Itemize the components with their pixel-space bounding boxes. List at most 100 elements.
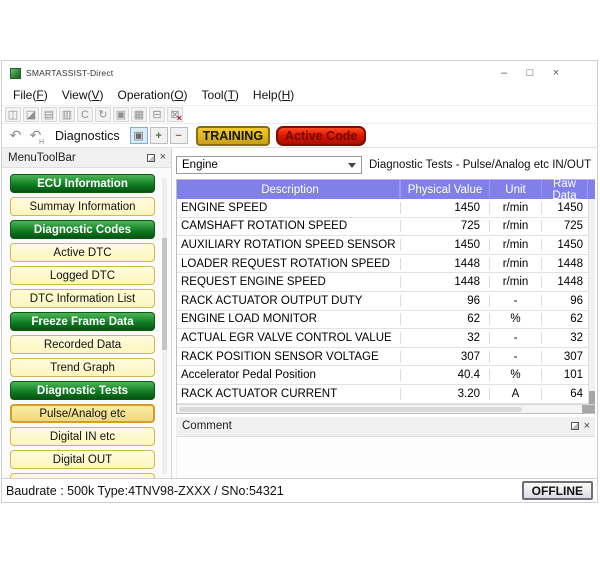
cell-desc: REQUEST ENGINE SPEED — [177, 276, 400, 288]
horizontal-scrollbar[interactable] — [177, 404, 595, 413]
cell-unit: r/min — [490, 276, 542, 288]
column-header-description: Description — [177, 180, 400, 199]
new-window-icon[interactable]: ◪ — [23, 107, 39, 122]
cell-raw: 725 — [542, 220, 588, 232]
close-icon[interactable]: × — [160, 152, 166, 163]
menu-item-help[interactable]: Help(H) — [246, 88, 301, 102]
dock-pin-icon[interactable] — [571, 422, 579, 430]
column-header-physical-value: Physical Value — [400, 180, 490, 199]
app-icon — [10, 68, 21, 79]
menu-item-view[interactable]: View(V) — [55, 88, 111, 102]
cell-unit: % — [490, 313, 542, 325]
cell-unit: - — [490, 295, 542, 307]
cell-unit: r/min — [490, 202, 542, 214]
nav-window-buttons: ▣+− — [130, 127, 188, 144]
cell-raw: 1448 — [542, 276, 588, 288]
cell-phys: 1450 — [400, 239, 490, 251]
sidebar-scrollbar[interactable] — [162, 178, 167, 474]
cell-desc: RACK ACTUATOR CURRENT — [177, 388, 400, 400]
sidebar-item-partial[interactable] — [10, 473, 155, 478]
sidebar-item-digital-out[interactable]: Digital OUT — [10, 450, 155, 469]
dock-pin-icon[interactable] — [147, 154, 155, 162]
export-data-icon[interactable]: ▥ — [59, 107, 75, 122]
cascade-windows-button[interactable]: ▣ — [130, 127, 148, 144]
save-report-icon[interactable]: ▤ — [41, 107, 57, 122]
table-header-row: DescriptionPhysical ValueUnitRaw Data — [177, 180, 595, 199]
window-title: SMARTASSIST-Direct — [26, 68, 113, 78]
table-row[interactable]: RACK ACTUATOR CURRENT3.20A64 — [177, 385, 595, 404]
cell-raw: 101 — [542, 369, 588, 381]
sidebar-item-dtc-information-list[interactable]: DTC Information List — [10, 289, 155, 308]
cell-unit: r/min — [490, 239, 542, 251]
table-row[interactable]: ENGINE SPEED1450r/min1450 — [177, 199, 595, 218]
table-row[interactable]: RACK POSITION SENSOR VOLTAGE307-307 — [177, 348, 595, 367]
menu-toolbar-header: MenuToolBar × — [2, 148, 171, 168]
copy-screen-icon[interactable]: ◫ — [5, 107, 21, 122]
app-window: SMARTASSIST-Direct –□× File(F)View(V)Ope… — [1, 60, 598, 503]
offline-status-button[interactable]: OFFLINE — [522, 481, 593, 500]
expand-pane-button[interactable]: + — [150, 127, 168, 144]
close-icon[interactable]: × — [584, 421, 590, 432]
cell-phys: 3.20 — [400, 388, 490, 400]
toolbar: ◫◪▤▥C↻▣▦⊟⊠× — [2, 106, 597, 124]
status-bar: Baudrate : 500k Type:4TNV98-ZXXX / SNo:5… — [2, 478, 597, 502]
sidebar-item-ecu-information[interactable]: ECU Information — [10, 174, 155, 193]
menu-item-tool[interactable]: Tool(T) — [195, 88, 246, 102]
menu-toolbar-panel: MenuToolBar × ECU Information Summay Info… — [2, 148, 172, 478]
maximize-button[interactable]: □ — [517, 64, 543, 82]
sidebar-item-diagnostic-tests[interactable]: Diagnostic Tests — [10, 381, 155, 400]
menu-item-file[interactable]: File(F) — [6, 88, 55, 102]
sidebar-item-pulse-analog-etc[interactable]: Pulse/Analog etc — [10, 404, 155, 423]
column-header-raw-data: Raw Data — [542, 180, 588, 199]
cell-raw: 1450 — [542, 239, 588, 251]
cell-desc: RACK POSITION SENSOR VOLTAGE — [177, 351, 400, 363]
cell-desc: ENGINE SPEED — [177, 202, 400, 214]
collapse-pane-button[interactable]: − — [170, 127, 188, 144]
cell-phys: 1450 — [400, 202, 490, 214]
sidebar-item-diagnostic-codes[interactable]: Diagnostic Codes — [10, 220, 155, 239]
sidebar-item-trend-graph[interactable]: Trend Graph — [10, 358, 155, 377]
table-row[interactable]: AUXILIARY ROTATION SPEED SENSOR1450r/min… — [177, 236, 595, 255]
cell-desc: RACK ACTUATOR OUTPUT DUTY — [177, 295, 400, 307]
menu-item-operation[interactable]: Operation(O) — [111, 88, 195, 102]
main-area: MenuToolBar × ECU Information Summay Info… — [2, 148, 597, 478]
vertical-scrollbar[interactable] — [588, 199, 595, 404]
table-row[interactable]: Accelerator Pedal Position40.4%101 — [177, 366, 595, 385]
vertical-scrollbar-thumb[interactable] — [589, 391, 595, 404]
refresh-icon[interactable]: ↻ — [95, 107, 111, 122]
connect-icon[interactable]: ⊟ — [149, 107, 165, 122]
rotate-icon[interactable]: C — [77, 107, 93, 122]
table-row[interactable]: RACK ACTUATOR OUTPUT DUTY96-96 — [177, 292, 595, 311]
table-row[interactable]: CAMSHAFT ROTATION SPEED725r/min725 — [177, 218, 595, 237]
sidebar-item-logged-dtc[interactable]: Logged DTC — [10, 266, 155, 285]
training-badge[interactable]: TRAINING — [196, 126, 270, 146]
cell-phys: 725 — [400, 220, 490, 232]
sidebar-scrollbar-thumb[interactable] — [162, 238, 167, 350]
record-stop-icon[interactable]: ▣ — [113, 107, 129, 122]
grid-view-icon[interactable]: ▦ — [131, 107, 147, 122]
table-row[interactable]: ENGINE LOAD MONITOR62%62 — [177, 311, 595, 330]
horizontal-scrollbar-thumb[interactable] — [179, 407, 522, 412]
cell-phys: 62 — [400, 313, 490, 325]
table-row[interactable]: REQUEST ENGINE SPEED1448r/min1448 — [177, 273, 595, 292]
close-button[interactable]: × — [543, 64, 569, 82]
comment-panel: Comment × — [176, 417, 595, 478]
cell-desc: Accelerator Pedal Position — [177, 369, 400, 381]
minimize-button[interactable]: – — [491, 64, 517, 82]
sidebar-item-list: ECU Information Summay Information Diagnos… — [2, 168, 171, 478]
sidebar-item-active-dtc[interactable]: Active DTC — [10, 243, 155, 262]
ecu-select[interactable]: Engine — [176, 156, 362, 174]
sidebar-item-freeze-frame-data[interactable]: Freeze Frame Data — [10, 312, 155, 331]
sidebar-item-recorded-data[interactable]: Recorded Data — [10, 335, 155, 354]
table-row[interactable]: ACTUAL EGR VALVE CONTROL VALUE32-32 — [177, 329, 595, 348]
undo-history-icon[interactable]: ↶H — [26, 127, 45, 145]
chevron-down-icon — [348, 163, 356, 168]
sidebar-item-summay-information[interactable]: Summay Information — [10, 197, 155, 216]
cell-raw: 1448 — [542, 258, 588, 270]
disconnect-icon[interactable]: ⊠× — [167, 107, 183, 122]
content-panel: Engine Diagnostic Tests - Pulse/Analog e… — [172, 148, 597, 478]
active-code-badge[interactable]: Active Code — [276, 126, 366, 146]
sidebar-item-digital-in-etc[interactable]: Digital IN etc — [10, 427, 155, 446]
table-row[interactable]: LOADER REQUEST ROTATION SPEED1448r/min14… — [177, 255, 595, 274]
undo-icon[interactable]: ↶ — [6, 127, 25, 145]
